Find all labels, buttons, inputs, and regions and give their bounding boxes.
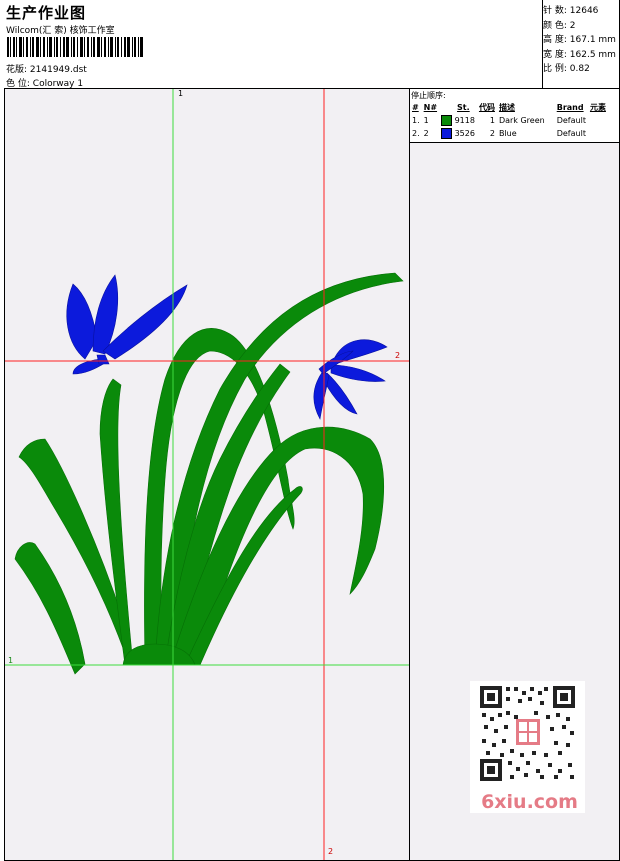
design-value: 2141949.dst (29, 65, 87, 75)
color-swatch-icon (441, 115, 453, 126)
stat-label: 高 度: (543, 35, 567, 45)
stat-value: 0.82 (569, 64, 590, 74)
stat-label: 宽 度: (543, 49, 567, 60)
stat-value: 2 (569, 20, 576, 31)
row-needle: 2 (423, 129, 429, 138)
col-needle: N# (423, 102, 438, 112)
stat-value: 167.1 mm (569, 35, 616, 45)
stitch-count: 9118 (454, 116, 475, 125)
flower-right-petal-2 (330, 364, 386, 382)
design-label: 花版: (6, 65, 28, 75)
guide-label-h2: 2 (395, 351, 401, 360)
guide-label-v2: 2 (328, 847, 334, 856)
col-code: 代码 (478, 102, 495, 112)
table-header-row: # N# St. 代码 描述 Brand 元素 (410, 100, 608, 114)
col-stitches: St. (457, 102, 470, 112)
leaf-left-low (14, 542, 86, 675)
guide-label-h1: 1 (8, 656, 14, 665)
sheet-header: 生产作业图 Wilcom(汇 索) 核饰工作室 花版: 2141949.dst … (4, 0, 620, 89)
sheet-title: 生产作业图 (6, 4, 87, 22)
qr-code-icon (480, 686, 575, 781)
table-row: 2. 2 3526 2 Blue Default (410, 127, 608, 140)
row-description: Blue (498, 129, 517, 138)
row-number: 2. (412, 129, 420, 138)
studio-name: Wilcom(汇 索) 核饰工作室 (6, 26, 115, 36)
row-description: Dark Green (498, 116, 545, 125)
stop-sequence-header: 停止顺序: # N# St. 代码 描述 Brand 元素 1. 1 9118 … (410, 89, 619, 143)
row-brand: Default (556, 116, 586, 125)
row-stitches: 3526 (439, 127, 477, 140)
row-code: 2 (489, 129, 495, 138)
col-element: 元素 (589, 102, 606, 112)
table-row: 1. 1 9118 1 Dark Green Default (410, 114, 608, 127)
stop-sequence-table: # N# St. 代码 描述 Brand 元素 1. 1 9118 1 Dark… (410, 100, 608, 140)
col-number: # (412, 102, 419, 112)
stat-label: 颜 色: (543, 20, 567, 31)
col-brand: Brand (556, 102, 584, 112)
stitch-count: 3526 (454, 129, 475, 138)
row-code: 1 (489, 116, 495, 125)
stat-scale: 比 例: 0.82 (543, 62, 616, 77)
stat-width: 宽 度: 162.5 mm (543, 48, 616, 63)
stat-label: 针 数: (543, 6, 567, 16)
color-swatch-icon (441, 128, 453, 139)
stat-label: 比 例: (543, 64, 567, 74)
row-element (588, 114, 608, 127)
stat-stitches: 针 数: 12646 (543, 4, 616, 19)
design-canvas: 1 2 1 2 (4, 89, 410, 861)
stat-value: 12646 (569, 6, 599, 16)
row-needle: 1 (423, 116, 429, 125)
row-stitches: 9118 (439, 114, 477, 127)
guide-lines (5, 89, 410, 860)
flower-right-petal-1 (334, 339, 388, 365)
production-sheet: 生产作业图 Wilcom(汇 索) 核饰工作室 花版: 2141949.dst … (0, 0, 620, 861)
guide-label-v1: 1 (178, 89, 184, 98)
stat-height: 高 度: 167.1 mm (543, 33, 616, 48)
stat-colors: 颜 色: 2 (543, 19, 616, 34)
flower-left-petal-1 (66, 283, 98, 360)
row-brand: Default (556, 129, 586, 138)
flower-right-petal-4 (313, 370, 330, 420)
watermark-text: 6xiu.com (481, 791, 578, 813)
orchid-embroidery (5, 89, 410, 860)
design-file: 花版: 2141949.dst (6, 62, 87, 75)
flower-left-stem (96, 354, 110, 365)
barcode-icon (7, 37, 143, 57)
row-element (588, 127, 608, 140)
design-stats: 针 数: 12646 颜 色: 2 高 度: 167.1 mm 宽 度: 162… (543, 4, 616, 77)
stat-value: 162.5 mm (569, 49, 616, 60)
col-description: 描述 (498, 102, 515, 112)
row-number: 1. (412, 116, 420, 125)
